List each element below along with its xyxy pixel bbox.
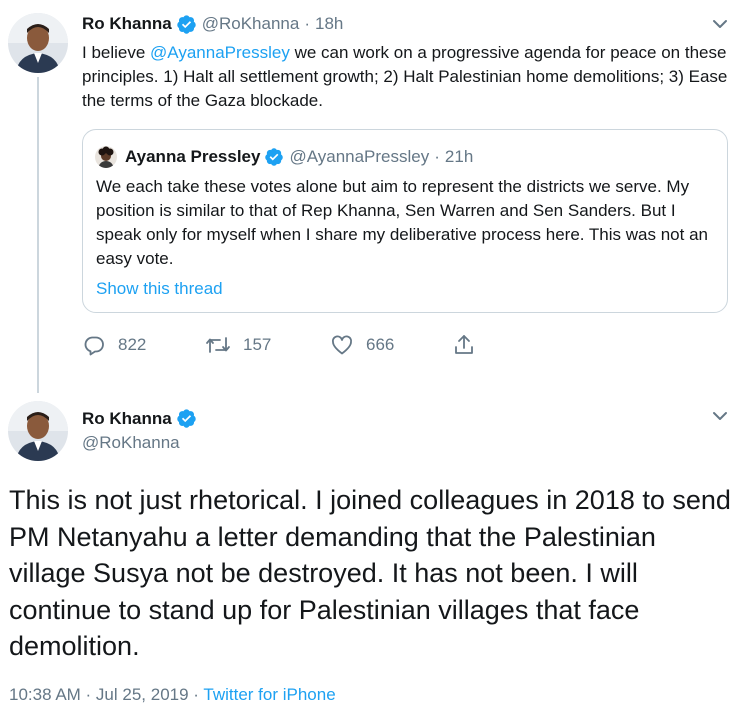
author-handle[interactable]: @RoKhanna (202, 13, 300, 35)
tweet-actions: 822 157 666 (82, 333, 502, 359)
quote-header: Ayanna Pressley @AyannaPressley · 21h (95, 146, 473, 168)
reply-count: 822 (118, 335, 147, 354)
separator-dot: · (304, 14, 311, 33)
thread-connector-line (37, 77, 39, 393)
share-button[interactable] (453, 333, 475, 357)
quote-avatar[interactable] (95, 146, 117, 168)
share-icon (453, 333, 475, 357)
author-handle[interactable]: @RoKhanna (82, 433, 180, 453)
separator-dot: · (188, 685, 204, 704)
reply-button[interactable]: 822 (82, 333, 146, 357)
tweet-text: I believe @AyannaPressley we can work on… (82, 41, 737, 113)
quote-author-name: Ayanna Pressley (125, 147, 261, 166)
tweet-text-part: I believe (82, 43, 151, 62)
tweet-header: Ro Khanna @RoKhanna · 18h (82, 13, 343, 35)
like-button[interactable]: 666 (330, 333, 394, 357)
verified-badge-icon (176, 408, 197, 429)
tweet-meta: 10:38 AM · Jul 25, 2019 · Twitter for iP… (9, 685, 336, 705)
quote-text: We each take these votes alone but aim t… (96, 177, 708, 268)
avatar[interactable] (8, 13, 68, 73)
reply-icon (82, 333, 106, 357)
show-thread-link[interactable]: Show this thread (96, 277, 223, 301)
chevron-down-icon[interactable] (710, 14, 730, 34)
mention-link[interactable]: @AyannaPressley (150, 43, 290, 62)
retweet-icon (205, 333, 231, 357)
chevron-down-icon[interactable] (710, 406, 730, 426)
author-name[interactable]: Ro Khanna (82, 409, 172, 429)
quoted-tweet[interactable]: Ayanna Pressley @AyannaPressley · 21h We… (82, 129, 728, 313)
retweet-button[interactable]: 157 (205, 333, 271, 357)
separator-dot: · (434, 147, 440, 166)
verified-badge-icon (176, 14, 197, 35)
quote-author-handle: @AyannaPressley (289, 147, 430, 166)
verified-badge-icon (264, 147, 284, 167)
tweet-source-link[interactable]: Twitter for iPhone (203, 685, 335, 704)
quote-time: 21h (444, 147, 474, 166)
tweet-timestamp[interactable]: 10:38 AM · Jul 25, 2019 (9, 685, 189, 704)
tweet-header: Ro Khanna (82, 408, 197, 429)
tweet-text: This is not just rhetorical. I joined co… (9, 485, 731, 661)
heart-icon (330, 333, 354, 357)
tweet-time[interactable]: 18h (315, 13, 343, 35)
avatar[interactable] (8, 401, 68, 461)
author-name[interactable]: Ro Khanna (82, 13, 172, 35)
like-count: 666 (366, 335, 395, 354)
retweet-count: 157 (243, 335, 272, 354)
